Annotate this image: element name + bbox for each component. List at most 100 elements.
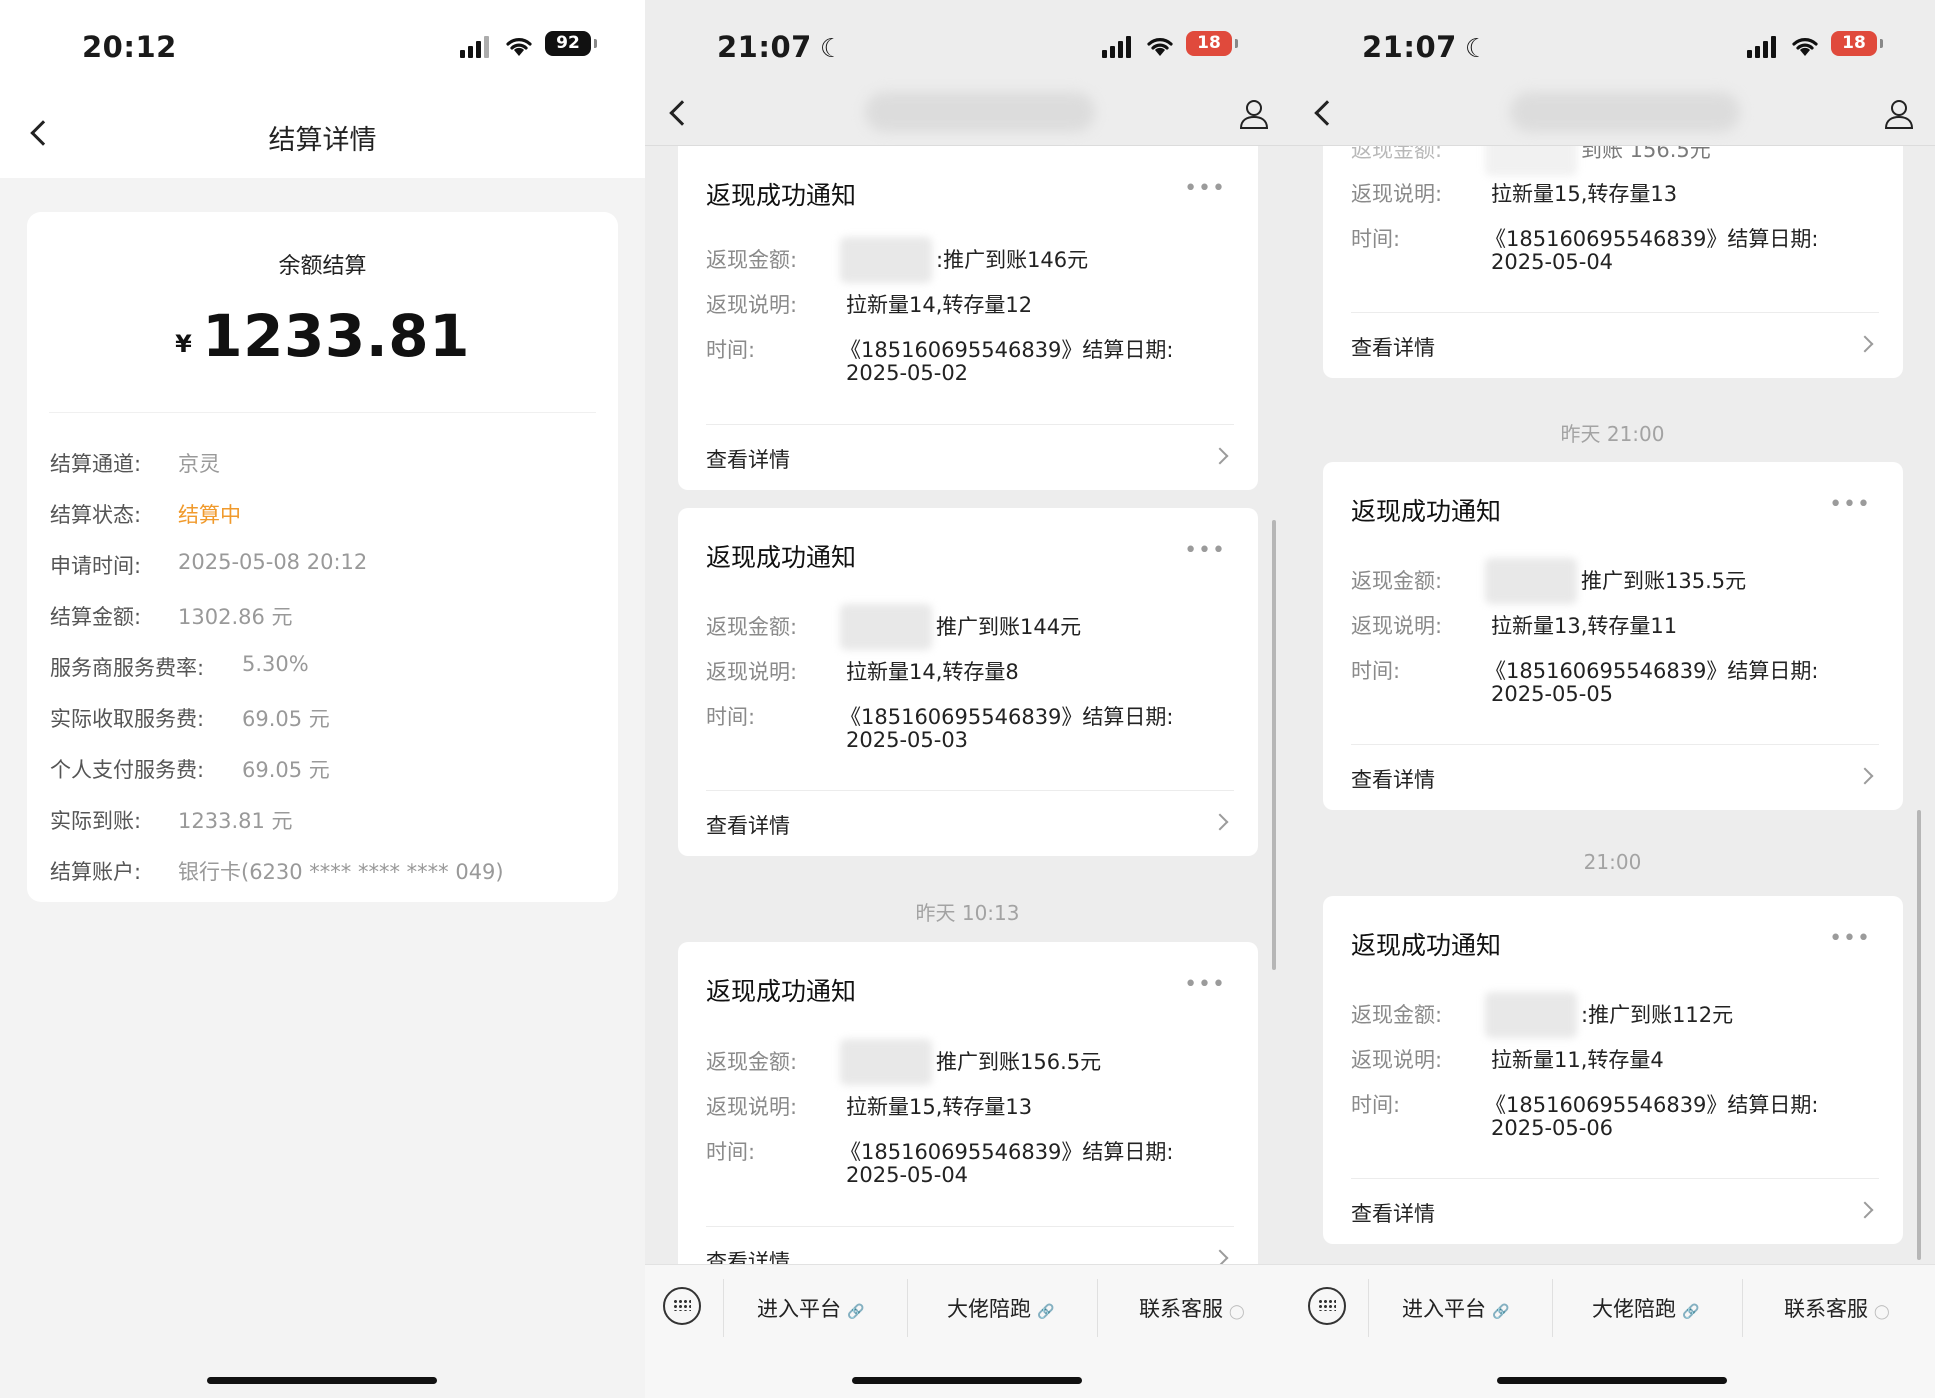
moon-icon: ☾ (819, 34, 844, 64)
cellular-signal-icon (460, 36, 490, 58)
chat-bubble-icon: ◯ (1874, 1304, 1890, 1320)
detail-value: 京灵 (178, 452, 220, 476)
divider (706, 1226, 1234, 1227)
more-options-icon[interactable]: ••• (1184, 538, 1226, 563)
more-options-icon[interactable]: ••• (1829, 492, 1871, 517)
blurred-chat-title (865, 92, 1095, 132)
row-label: 返现金额: (1351, 569, 1443, 593)
blurred-name (1485, 992, 1577, 1038)
desc-value: 拉新量14,转存量12 (846, 293, 1033, 317)
detail-value: 69.05 元 (242, 707, 330, 731)
divider (907, 1279, 908, 1337)
cellular-signal-icon (1747, 36, 1777, 58)
chat-nav-bar (645, 80, 1290, 146)
time-value: 《185160695546839》结算日期: (1485, 1093, 1819, 1117)
back-arrow-icon[interactable] (669, 100, 695, 126)
status-bar: 21:07 ☾ 18 (1290, 0, 1935, 80)
divider (49, 412, 596, 413)
status-time: 21:07 ☾ (717, 30, 844, 64)
detail-label: 实际收取服务费: (50, 707, 205, 731)
row-label: 时间: (706, 705, 756, 729)
settlement-amount: ¥1233.81 (27, 302, 618, 370)
card-title: 返现成功通知 (1351, 497, 1502, 526)
keyboard-icon[interactable] (1308, 1287, 1346, 1325)
chat-timestamp: 昨天 21:00 (1560, 422, 1665, 446)
scrollbar[interactable] (1917, 810, 1921, 1260)
chevron-right-icon[interactable] (1211, 813, 1229, 831)
row-label: 时间: (1351, 1093, 1401, 1117)
view-details-link[interactable]: 查看详情 (1351, 332, 1435, 362)
view-details-link[interactable]: 查看详情 (706, 444, 790, 474)
chat-timestamp: 昨天 10:13 (915, 901, 1020, 925)
keyboard-icon[interactable] (663, 1287, 701, 1325)
view-details-link[interactable]: 查看详情 (1351, 1198, 1435, 1228)
amount-value: 推广到账135.5元 (1581, 569, 1747, 593)
chat-timestamp: 21:00 (1583, 850, 1642, 874)
cashback-card: 返现成功通知 ••• 返现金额::推广到账112元 返现说明: 拉新量11,转存量… (1323, 896, 1903, 1244)
link-icon: 🔗 (1682, 1304, 1700, 1320)
date-value: 2025-05-05 (1491, 682, 1614, 706)
cellular-signal-icon (1102, 36, 1132, 58)
amount-value: :推广到账112元 (1581, 1003, 1734, 1027)
divider (706, 790, 1234, 791)
card-title: 返现成功通知 (706, 181, 857, 210)
menu-label: 大佬陪跑 (947, 1297, 1031, 1321)
moon-icon: ☾ (1464, 34, 1489, 64)
row-label: 返现说明: (706, 293, 798, 317)
row-label: 返现说明: (1351, 1048, 1443, 1072)
row-label: 返现说明: (1351, 614, 1443, 638)
blurred-name (1485, 146, 1577, 176)
chat-screen-1: 21:07 ☾ 18 返现成功通知 ••• 返现金额::推广到账146元 返现说明… (645, 0, 1290, 1398)
home-indicator (1497, 1377, 1727, 1384)
amount-value: 1233.81 (202, 302, 470, 370)
home-indicator (852, 1377, 1082, 1384)
chevron-right-icon[interactable] (1856, 335, 1874, 353)
currency-symbol: ¥ (175, 330, 193, 358)
date-value: 2025-05-06 (1491, 1116, 1614, 1140)
detail-value: 1302.86 元 (178, 605, 293, 629)
detail-label: 结算金额: (50, 605, 142, 629)
divider (1351, 1178, 1879, 1179)
status-bar: 21:07 ☾ 18 (645, 0, 1290, 80)
battery-icon: 92 (545, 31, 597, 56)
divider (706, 424, 1234, 425)
more-options-icon[interactable]: ••• (1829, 926, 1871, 951)
cashback-card: 返现成功通知 ••• 返现金额: 推广到账135.5元 返现说明: 拉新量13,转存… (1323, 462, 1903, 810)
menu-label: 进入平台 (757, 1297, 841, 1321)
chat-screen-2: 21:07 ☾ 18 返现金额: 到账 156.5元 返现说明: 拉新量15,转存量1… (1290, 0, 1935, 1398)
date-value: 2025-05-04 (1491, 250, 1614, 274)
desc-value: 拉新量15,转存量13 (1491, 182, 1678, 206)
view-details-link[interactable]: 查看详情 (706, 810, 790, 840)
menu-contact-service[interactable]: 联系客服 ◯ (1139, 1293, 1245, 1323)
balance-settlement-label: 余额结算 (278, 254, 367, 279)
menu-contact-service[interactable]: 联系客服 ◯ (1784, 1293, 1890, 1323)
row-label: 返现说明: (706, 1095, 798, 1119)
chevron-right-icon[interactable] (1211, 447, 1229, 465)
divider (1742, 1279, 1743, 1337)
blurred-name (840, 1039, 932, 1085)
back-arrow-icon[interactable] (1314, 100, 1340, 126)
profile-icon[interactable] (1883, 98, 1915, 130)
menu-mentor[interactable]: 大佬陪跑 🔗 (947, 1293, 1054, 1323)
row-label: 返现金额: (706, 1050, 798, 1074)
chevron-right-icon[interactable] (1856, 1201, 1874, 1219)
menu-enter-platform[interactable]: 进入平台 🔗 (757, 1293, 864, 1323)
chevron-right-icon[interactable] (1856, 767, 1874, 785)
date-value: 2025-05-02 (846, 361, 969, 385)
settlement-detail-screen: 20:12 92 结算详情 余额结算 ¥1233.81 结算通道: 京灵 结算状态… (0, 0, 645, 1398)
cashback-card: 返现金额: 到账 156.5元 返现说明: 拉新量15,转存量13 时间: 《1851… (1323, 146, 1903, 378)
amount-value: 推广到账144元 (936, 615, 1082, 639)
status-bar: 20:12 92 (0, 0, 645, 80)
time-value: 《185160695546839》结算日期: (840, 1140, 1174, 1164)
menu-enter-platform[interactable]: 进入平台 🔗 (1402, 1293, 1509, 1323)
profile-icon[interactable] (1238, 98, 1270, 130)
detail-label: 结算通道: (50, 452, 142, 476)
row-label: 返现金额: (1351, 146, 1443, 162)
more-options-icon[interactable]: ••• (1184, 176, 1226, 201)
view-details-link[interactable]: 查看详情 (1351, 764, 1435, 794)
more-options-icon[interactable]: ••• (1184, 972, 1226, 997)
scrollbar[interactable] (1272, 520, 1276, 970)
wifi-icon (1792, 38, 1818, 56)
detail-label: 实际到账: (50, 809, 142, 833)
menu-mentor[interactable]: 大佬陪跑 🔗 (1592, 1293, 1699, 1323)
